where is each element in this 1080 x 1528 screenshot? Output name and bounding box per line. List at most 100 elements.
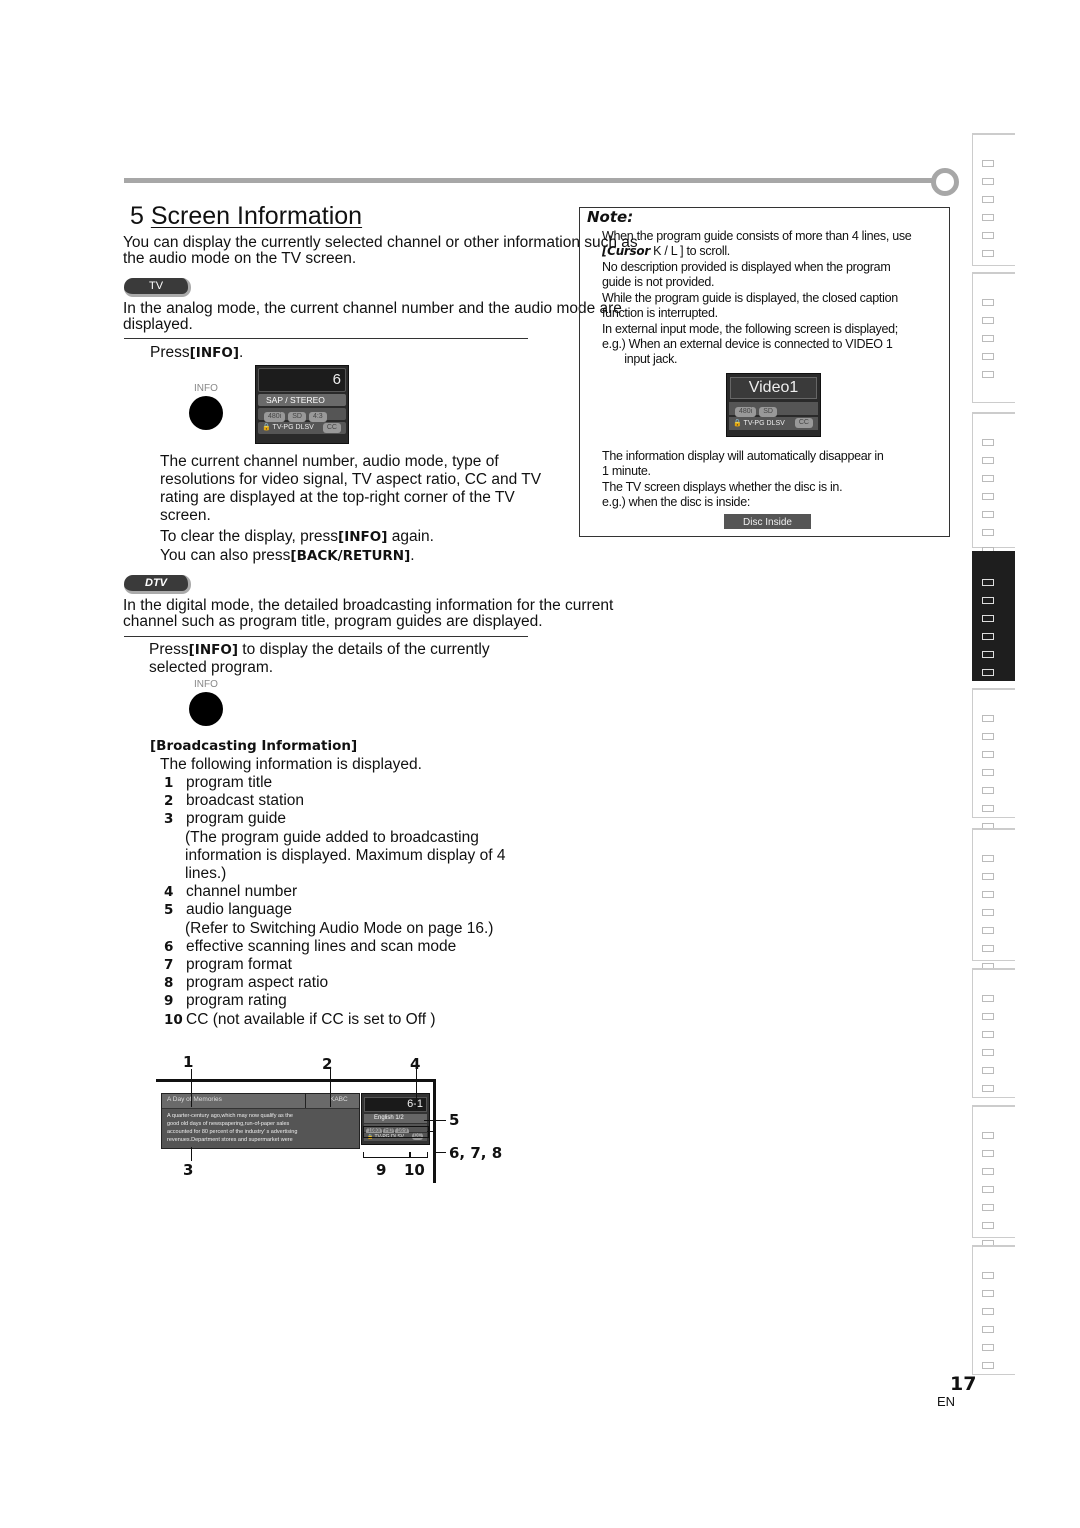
callout-line-5 bbox=[424, 1120, 446, 1121]
note-line: e.g.) when the disc is inside: bbox=[602, 495, 751, 509]
tab-glyph-icon bbox=[982, 1272, 994, 1279]
sidebar-tab-4[interactable] bbox=[972, 551, 1015, 681]
osd-audio: SAP / STEREO bbox=[258, 394, 346, 406]
cursor-glyphs: K / L ] bbox=[653, 244, 684, 258]
info-button-icon[interactable] bbox=[189, 692, 223, 726]
list-item-number: 3 bbox=[164, 811, 174, 828]
video1-osd: Video1 480i SD 🔒 TV-PG DLSV CC bbox=[726, 373, 821, 437]
dtv-badge: DTV bbox=[124, 575, 191, 594]
header-rule-circle bbox=[931, 168, 959, 196]
info-button-label: INFO bbox=[194, 383, 218, 394]
tv-osd: 6 SAP / STEREO 480i SD 4:3 🔒 TV-PG DLSV CC bbox=[255, 365, 349, 444]
sidebar-tab-9[interactable] bbox=[972, 1245, 1015, 1375]
tab-glyph-icon bbox=[982, 214, 994, 221]
tab-glyph-icon bbox=[982, 787, 994, 794]
diagram-divider bbox=[305, 1094, 306, 1108]
note-line: While the program guide is displayed, th… bbox=[602, 291, 898, 305]
list-item-text: program format bbox=[186, 956, 292, 973]
tab-glyph-icon bbox=[982, 805, 994, 812]
tab-glyph-icon bbox=[982, 1168, 994, 1175]
callout-box-678 bbox=[363, 1126, 429, 1138]
tab-glyph-icon bbox=[982, 1132, 994, 1139]
sidebar-tab-3[interactable] bbox=[972, 412, 1015, 554]
press-text: Press bbox=[150, 344, 190, 361]
note-line: e.g.) When an external device is connect… bbox=[602, 337, 893, 351]
list-item: 2 broadcast station bbox=[164, 792, 304, 810]
back-return-key: [BACK/RETURN] bbox=[290, 548, 411, 564]
video1-rating: TV-PG DLSV bbox=[743, 420, 785, 427]
header-rule bbox=[124, 178, 934, 183]
sidebar-tab-6[interactable] bbox=[972, 828, 1015, 970]
sidebar-tab-1[interactable] bbox=[972, 133, 1015, 266]
list-item-text: program aspect ratio bbox=[186, 974, 329, 992]
info-key: [INFO] bbox=[189, 345, 239, 361]
sidebar-tab-8[interactable] bbox=[972, 1105, 1015, 1247]
tab-glyph-icon bbox=[982, 1013, 994, 1020]
tv-clear-instruction: To clear the display, press[INFO] again. bbox=[160, 528, 434, 546]
explain-line: screen. bbox=[160, 507, 211, 524]
list-item-text: program rating bbox=[186, 992, 287, 1010]
list-item-number: 5 bbox=[164, 902, 174, 919]
tab-spacer bbox=[973, 414, 1015, 439]
diagram-frame-top bbox=[156, 1079, 436, 1082]
clear-pre: To clear the display, press bbox=[160, 528, 339, 545]
period: . bbox=[238, 344, 244, 361]
tab-glyph-icon bbox=[982, 1308, 994, 1315]
sidebar-tab-5[interactable] bbox=[972, 688, 1015, 830]
list-item: 1 program title bbox=[164, 774, 272, 792]
tab-spacer bbox=[973, 1247, 1015, 1272]
list-item-text: channel number bbox=[186, 883, 298, 901]
callout-2: 2 bbox=[322, 1055, 333, 1073]
tab-glyph-icon bbox=[982, 927, 994, 934]
tab-glyph-icon bbox=[982, 669, 994, 676]
tv-desc-line-2: displayed. bbox=[123, 316, 193, 333]
info-button-label: INFO bbox=[194, 679, 218, 690]
section-title: Screen Information bbox=[150, 202, 363, 230]
broadcasting-info-intro: The following information is displayed. bbox=[160, 756, 422, 773]
list-item: 4 channel number bbox=[164, 883, 297, 901]
cursor-key: [Cursor bbox=[602, 244, 650, 258]
note-line: When the program guide consists of more … bbox=[602, 229, 912, 243]
tv-divider bbox=[124, 338, 528, 339]
info-key: [INFO] bbox=[188, 642, 238, 658]
list-item: (Refer to Switching Audio Mode on page 1… bbox=[185, 920, 493, 938]
broadcasting-info-heading: [Broadcasting Information] bbox=[150, 738, 358, 754]
diagram-guide: A quarter-century ago,which may now qual… bbox=[162, 1109, 359, 1147]
osd-rating-row: 🔒 TV-PG DLSV CC bbox=[258, 422, 346, 434]
info-button-icon[interactable] bbox=[189, 396, 223, 430]
press-text: Press bbox=[149, 641, 189, 658]
list-item-number: 9 bbox=[164, 993, 174, 1010]
tab-glyph-icon bbox=[982, 633, 994, 640]
note-line: input jack. bbox=[602, 352, 678, 366]
tab-spacer bbox=[973, 274, 1015, 299]
list-item: lines.) bbox=[185, 865, 226, 883]
list-item-text: program guide bbox=[186, 810, 286, 828]
tv-step-press: Press[INFO]. bbox=[150, 344, 243, 362]
list-item-number: 2 bbox=[164, 793, 174, 810]
list-item-text: (Refer to Switching Audio Mode on page 1… bbox=[185, 919, 494, 937]
info-key: [INFO] bbox=[338, 529, 388, 545]
dtv-step-line-1: Press[INFO] to display the details of th… bbox=[149, 641, 490, 659]
tab-glyph-icon bbox=[982, 995, 994, 1002]
tab-glyph-icon bbox=[982, 335, 994, 342]
sidebar-tab-2[interactable] bbox=[972, 272, 1015, 403]
note-line: function is interrupted. bbox=[602, 306, 718, 320]
callout-bracket-9 bbox=[363, 1152, 411, 1158]
list-item-text: effective scanning lines and scan mode bbox=[186, 937, 457, 955]
tab-spacer bbox=[973, 135, 1015, 160]
tab-glyph-icon bbox=[982, 1067, 994, 1074]
explain-line: rating are displayed at the top-right co… bbox=[160, 489, 515, 506]
diagram-channel: 6-1 bbox=[364, 1097, 427, 1112]
callout-line-2 bbox=[330, 1069, 331, 1107]
list-item-number: 7 bbox=[164, 957, 174, 973]
guide-line: revenues.Department stores and supermark… bbox=[167, 1137, 293, 1143]
tab-glyph-icon bbox=[982, 475, 994, 482]
dtv-desc-line-1: In the digital mode, the detailed broadc… bbox=[123, 597, 614, 614]
note-line: guide is not provided. bbox=[602, 275, 715, 289]
list-item: 7 program format bbox=[164, 956, 292, 974]
tab-glyph-icon bbox=[982, 1186, 994, 1193]
list-item: information is displayed. Maximum displa… bbox=[185, 847, 505, 865]
sidebar-tab-7[interactable] bbox=[972, 968, 1015, 1098]
tab-glyph-icon bbox=[982, 873, 994, 880]
callout-line-678a bbox=[427, 1131, 434, 1132]
